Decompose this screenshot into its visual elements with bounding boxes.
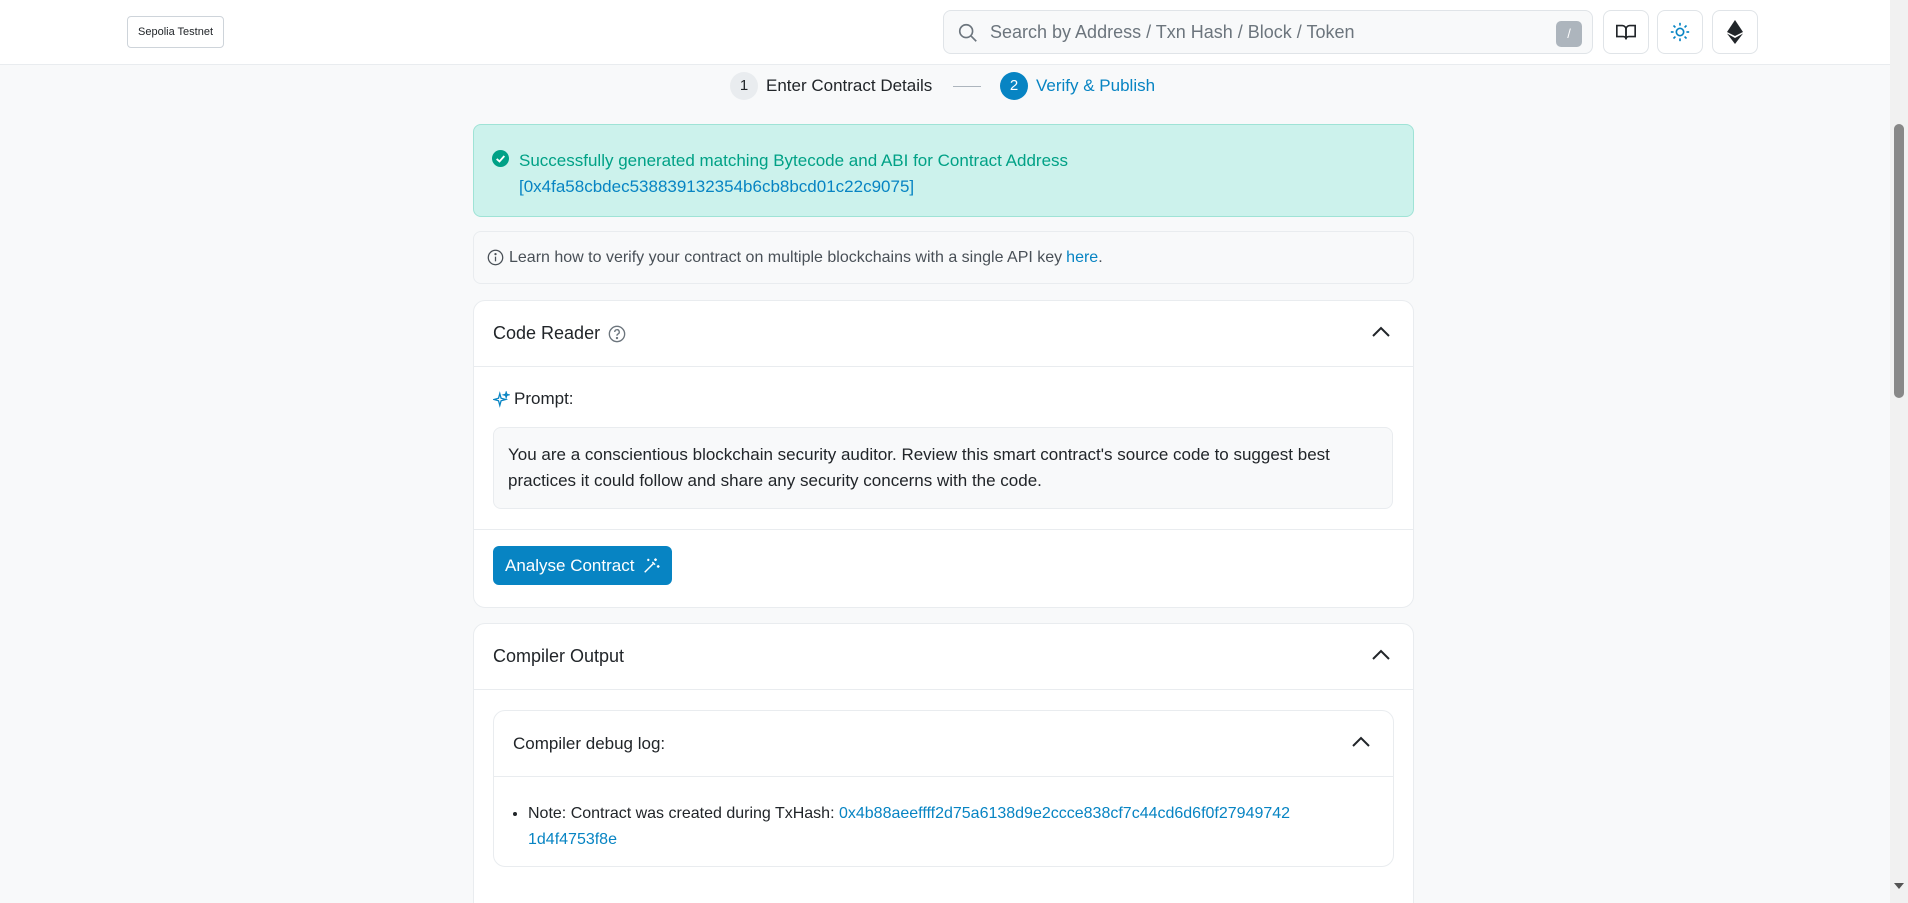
tx-hash-link-cont[interactable]: 1d4f4753f8e — [528, 831, 617, 848]
network-badge[interactable]: Sepolia Testnet — [127, 16, 225, 48]
code-reader-card: Code Reader Prompt: You are a conscienti… — [473, 300, 1414, 608]
prompt-text: You are a conscientious blockchain secur… — [493, 427, 1393, 509]
scrollbar-thumb[interactable] — [1894, 124, 1904, 398]
code-reader-title: Code Reader — [493, 323, 601, 343]
sparkles-icon — [493, 390, 510, 408]
stepper: 1 Enter Contract Details 2 Verify & Publ… — [0, 72, 1890, 100]
step-2-label: Verify & Publish — [1036, 76, 1156, 95]
info-icon — [487, 249, 504, 266]
book-icon — [1616, 24, 1636, 40]
success-alert: Successfully generated matching Bytecode… — [473, 124, 1414, 217]
debug-note-prefix: Note: Contract was created during TxHash… — [528, 805, 835, 822]
step-2-number: 2 — [1000, 72, 1028, 100]
prompt-title: Prompt: — [493, 389, 1393, 409]
debug-log-card: Compiler debug log: Note: Contract was c… — [493, 710, 1394, 867]
step-connector — [953, 86, 981, 87]
analyse-row: Analyse Contract — [474, 530, 1413, 607]
info-text: Learn how to verify your contract on mul… — [509, 248, 1063, 266]
search-box[interactable]: / — [943, 10, 1593, 54]
chevron-up-icon[interactable] — [1351, 735, 1371, 749]
analyse-contract-label: Analyse Contract — [505, 555, 635, 575]
question-circle-icon[interactable] — [608, 325, 626, 343]
search-icon — [958, 23, 977, 42]
sun-icon — [1670, 22, 1690, 42]
theme-toggle-button[interactable] — [1657, 10, 1703, 54]
magic-wand-icon — [644, 557, 661, 573]
debug-log-list: Note: Contract was created during TxHash… — [494, 777, 1393, 853]
scroll-down-arrow[interactable] — [1894, 883, 1904, 889]
debug-log-title: Compiler debug log: — [513, 733, 666, 753]
step-1-number: 1 — [730, 72, 758, 100]
top-bar: Sepolia Testnet / — [0, 0, 1890, 65]
info-box: Learn how to verify your contract on mul… — [473, 231, 1414, 284]
chevron-up-icon[interactable] — [1371, 325, 1391, 339]
network-select-button[interactable] — [1712, 10, 1758, 54]
debug-log-header[interactable]: Compiler debug log: — [494, 711, 1393, 777]
info-link[interactable]: here — [1066, 249, 1098, 267]
prompt-area: Prompt: You are a conscientious blockcha… — [474, 367, 1413, 530]
docs-button[interactable] — [1603, 10, 1649, 54]
check-circle-icon — [492, 150, 509, 167]
compiler-output-title: Compiler Output — [493, 646, 625, 666]
compiler-output-header[interactable]: Compiler Output — [474, 624, 1413, 690]
compiler-output-card: Compiler Output Compiler debug log: Note… — [473, 623, 1414, 903]
page-scrollbar[interactable] — [1890, 0, 1908, 903]
ethereum-icon — [1727, 20, 1743, 44]
prompt-label: Prompt: — [514, 389, 574, 408]
tx-hash-link[interactable]: 0x4b88aeeffff2d75a6138d9e2ccce838cf7c44c… — [839, 805, 1290, 822]
contract-address[interactable]: [0x4fa58cbdec538839132354b6cb8bcd01c22c9… — [519, 174, 1413, 200]
success-message: Successfully generated matching Bytecode… — [519, 151, 1069, 170]
search-input[interactable] — [990, 11, 1530, 53]
analyse-contract-button[interactable]: Analyse Contract — [493, 546, 673, 585]
chevron-up-icon[interactable] — [1371, 648, 1391, 662]
code-reader-header[interactable]: Code Reader — [474, 301, 1413, 367]
debug-log-item: Note: Contract was created during TxHash… — [528, 801, 1373, 853]
info-suffix: . — [1098, 248, 1103, 266]
step-1-label: Enter Contract Details — [766, 76, 933, 95]
search-shortcut-key: / — [1556, 21, 1582, 47]
